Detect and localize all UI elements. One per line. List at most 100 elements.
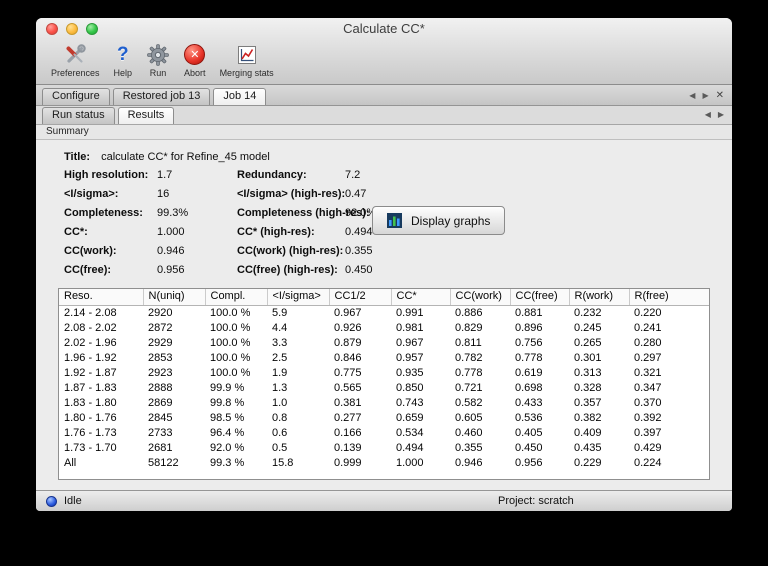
table-cell: 0.811 <box>455 336 482 349</box>
table-cell: 3.3 <box>272 336 288 349</box>
table-cell: 2.14 - 2.08 <box>64 306 117 319</box>
table-cell: 0.460 <box>455 426 483 439</box>
table-row[interactable]: 2.02 - 1.96 2929 100.0 % 3.3 0.879 0.967 0.811… <box>59 336 709 351</box>
column-header-n-uniq-[interactable]: N(uniq) <box>143 289 206 306</box>
summary-value: 16 <box>157 188 170 200</box>
table-cell: 0.409 <box>574 426 602 439</box>
table-row[interactable]: 1.80 - 1.76 2845 98.5 % 0.8 0.277 0.659 0.605 0… <box>59 411 709 426</box>
table-cell: 0.698 <box>515 381 543 394</box>
summary-value: 1.000 <box>157 226 185 238</box>
table-cell: 2888 <box>148 381 173 394</box>
table-cell: 5.9 <box>272 306 288 319</box>
close-window-button[interactable] <box>46 23 58 35</box>
tab-restored-job-13[interactable]: Restored job 13 <box>112 88 211 105</box>
table-cell: 2923 <box>148 366 173 379</box>
table-cell: 0.429 <box>634 441 662 454</box>
status-text: Idle <box>64 495 82 507</box>
table-cell: 0.946 <box>455 456 483 469</box>
table-row[interactable]: All 58122 99.3 % 15.8 0.999 1.000 0.946 0.956 0.… <box>59 456 709 471</box>
results-panel: Title: calculate CC* for Refine_45 model … <box>36 140 732 490</box>
table-cell: 0.743 <box>396 396 424 409</box>
tab-configure[interactable]: Configure <box>42 88 110 105</box>
table-cell: 2920 <box>148 306 173 319</box>
tab-scroll-left-icon[interactable]: ◀ <box>705 110 711 120</box>
column-header-r-work-[interactable]: R(work) <box>569 289 630 306</box>
table-row[interactable]: 1.76 - 1.73 2733 96.4 % 0.6 0.166 0.534 0.460 0… <box>59 426 709 441</box>
column-header--i-sigma-[interactable]: <I/sigma> <box>267 289 330 306</box>
tab-close-icon[interactable]: ✕ <box>716 91 724 101</box>
run-button[interactable]: Run <box>141 41 175 79</box>
column-header-cc-work-[interactable]: CC(work) <box>450 289 511 306</box>
table-row[interactable]: 2.08 - 2.02 2872 100.0 % 4.4 0.926 0.981 0.829… <box>59 321 709 336</box>
table-header: Reso. N(uniq) Compl. <I/sigma> CC1/2 CC* CC(wo… <box>59 289 709 306</box>
summary-value: 7.2 <box>345 169 361 181</box>
result-tab-controls: ◀ ▶ <box>705 110 724 124</box>
summary-value: 99.3% <box>157 207 189 219</box>
table-cell: 2853 <box>148 351 173 364</box>
table-cell: 0.357 <box>574 396 602 409</box>
table-cell: 15.8 <box>272 456 294 469</box>
table-row[interactable]: 2.14 - 2.08 2920 100.0 % 5.9 0.967 0.991 0.886… <box>59 305 709 321</box>
abort-button[interactable]: ✕ Abort <box>179 41 211 79</box>
table-cell: 99.9 % <box>210 381 245 394</box>
toolbar-label: Preferences <box>51 68 100 78</box>
table-cell: 0.450 <box>515 441 543 454</box>
tab-scroll-right-icon[interactable]: ▶ <box>702 91 708 101</box>
table-cell: 0.999 <box>334 456 362 469</box>
help-button[interactable]: ? Help <box>109 41 138 79</box>
merging-stats-button[interactable]: Merging stats <box>215 41 279 79</box>
summary-label: Redundancy: <box>237 169 307 181</box>
table-row[interactable]: 1.87 - 1.83 2888 99.9 % 1.3 0.565 0.850 0.721 0… <box>59 381 709 396</box>
resolution-shell-table: Reso. N(uniq) Compl. <I/sigma> CC1/2 CC* CC(wo… <box>58 288 710 480</box>
merging-stats-icon <box>235 41 259 68</box>
table-cell: 2733 <box>148 426 173 439</box>
titlebar[interactable]: Calculate CC* <box>36 18 732 40</box>
table-cell: 0.405 <box>515 426 543 439</box>
display-graphs-label: Display graphs <box>411 213 491 228</box>
zoom-window-button[interactable] <box>86 23 98 35</box>
table-row[interactable]: 1.83 - 1.80 2869 99.8 % 1.0 0.381 0.743 0.582 0… <box>59 396 709 411</box>
preferences-button[interactable]: Preferences <box>46 41 105 79</box>
table-row[interactable]: 1.92 - 1.87 2923 100.0 % 1.9 0.775 0.935 0.778… <box>59 366 709 381</box>
table-cell: 0.224 <box>634 456 662 469</box>
table-cell: 100.0 % <box>210 336 251 349</box>
summary-title-value: calculate CC* for Refine_45 model <box>101 151 270 163</box>
table-cell: 0.534 <box>396 426 424 439</box>
table-cell: 0.756 <box>515 336 543 349</box>
table-row[interactable]: 1.73 - 1.70 2681 92.0 % 0.5 0.139 0.494 0.355 0… <box>59 441 709 456</box>
column-header-cc-free-[interactable]: CC(free) <box>510 289 570 306</box>
display-graphs-button[interactable]: Display graphs <box>372 206 506 235</box>
table-cell: 0.846 <box>334 351 362 364</box>
table-cell: 0.5 <box>272 441 288 454</box>
tab-run-status[interactable]: Run status <box>42 107 115 124</box>
table-cell: 0.321 <box>634 366 662 379</box>
table-cell: 0.582 <box>455 396 483 409</box>
table-cell: 0.232 <box>574 306 602 319</box>
toolbar-label: Help <box>113 68 133 78</box>
preferences-icon <box>63 41 87 68</box>
column-header-cc1-2[interactable]: CC1/2 <box>329 289 392 306</box>
table-cell: 0.935 <box>396 366 424 379</box>
summary-value: 0.450 <box>345 264 373 276</box>
summary-value: 1.7 <box>157 169 173 181</box>
column-header-cc-[interactable]: CC* <box>391 289 451 306</box>
tab-scroll-right-icon[interactable]: ▶ <box>718 110 724 120</box>
column-header-r-free-[interactable]: R(free) <box>629 289 709 306</box>
summary-label: Completeness (high-res): <box>237 207 370 219</box>
minimize-window-button[interactable] <box>66 23 78 35</box>
table-row[interactable]: 1.96 - 1.92 2853 100.0 % 2.5 0.846 0.957 0.782… <box>59 351 709 366</box>
table-cell: 0.659 <box>396 411 424 424</box>
table-cell: 1.83 - 1.80 <box>64 396 117 409</box>
table-cell: 99.3 % <box>210 456 245 469</box>
summary-label: CC(work): <box>64 245 117 257</box>
tab-results[interactable]: Results <box>117 107 175 124</box>
column-header-compl-[interactable]: Compl. <box>205 289 268 306</box>
table-cell: 0.433 <box>515 396 543 409</box>
tab-job-14[interactable]: Job 14 <box>213 88 267 105</box>
table-cell: 0.6 <box>272 426 288 439</box>
table-cell: 0.381 <box>334 396 362 409</box>
table-cell: 1.92 - 1.87 <box>64 366 117 379</box>
tab-scroll-left-icon[interactable]: ◀ <box>689 91 695 101</box>
column-header-reso-[interactable]: Reso. <box>59 289 144 306</box>
table-cell: 0.926 <box>334 321 362 334</box>
